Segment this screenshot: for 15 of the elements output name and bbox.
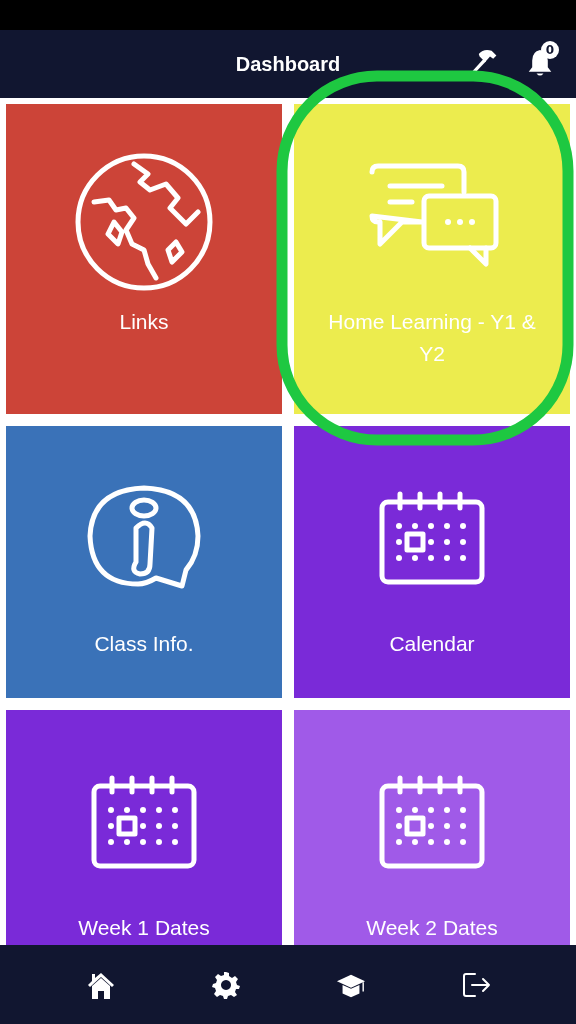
page-title: Dashboard xyxy=(235,52,341,76)
dashboard-tile[interactable]: Calendar xyxy=(294,426,570,698)
notification-badge: 0 xyxy=(541,41,559,59)
tile-label: Class Info. xyxy=(93,631,195,657)
globe-icon xyxy=(74,152,214,292)
tile-label: Links xyxy=(118,309,170,335)
dashboard-tile[interactable]: Class Info. xyxy=(6,426,282,698)
tile-label: Week 2 Dates xyxy=(365,915,499,941)
tile-label: Home Learning - Y1 & Y2 xyxy=(327,309,537,367)
dashboard-tile[interactable]: Week 2 Dates xyxy=(294,710,570,945)
dashboard-tile[interactable]: Links xyxy=(6,104,282,414)
tile-label: Week 1 Dates xyxy=(77,915,211,941)
dashboard-tile[interactable]: Week 1 Dates xyxy=(6,710,282,945)
tile-label: Calendar xyxy=(388,631,476,657)
settings-icon[interactable] xyxy=(210,969,241,1000)
